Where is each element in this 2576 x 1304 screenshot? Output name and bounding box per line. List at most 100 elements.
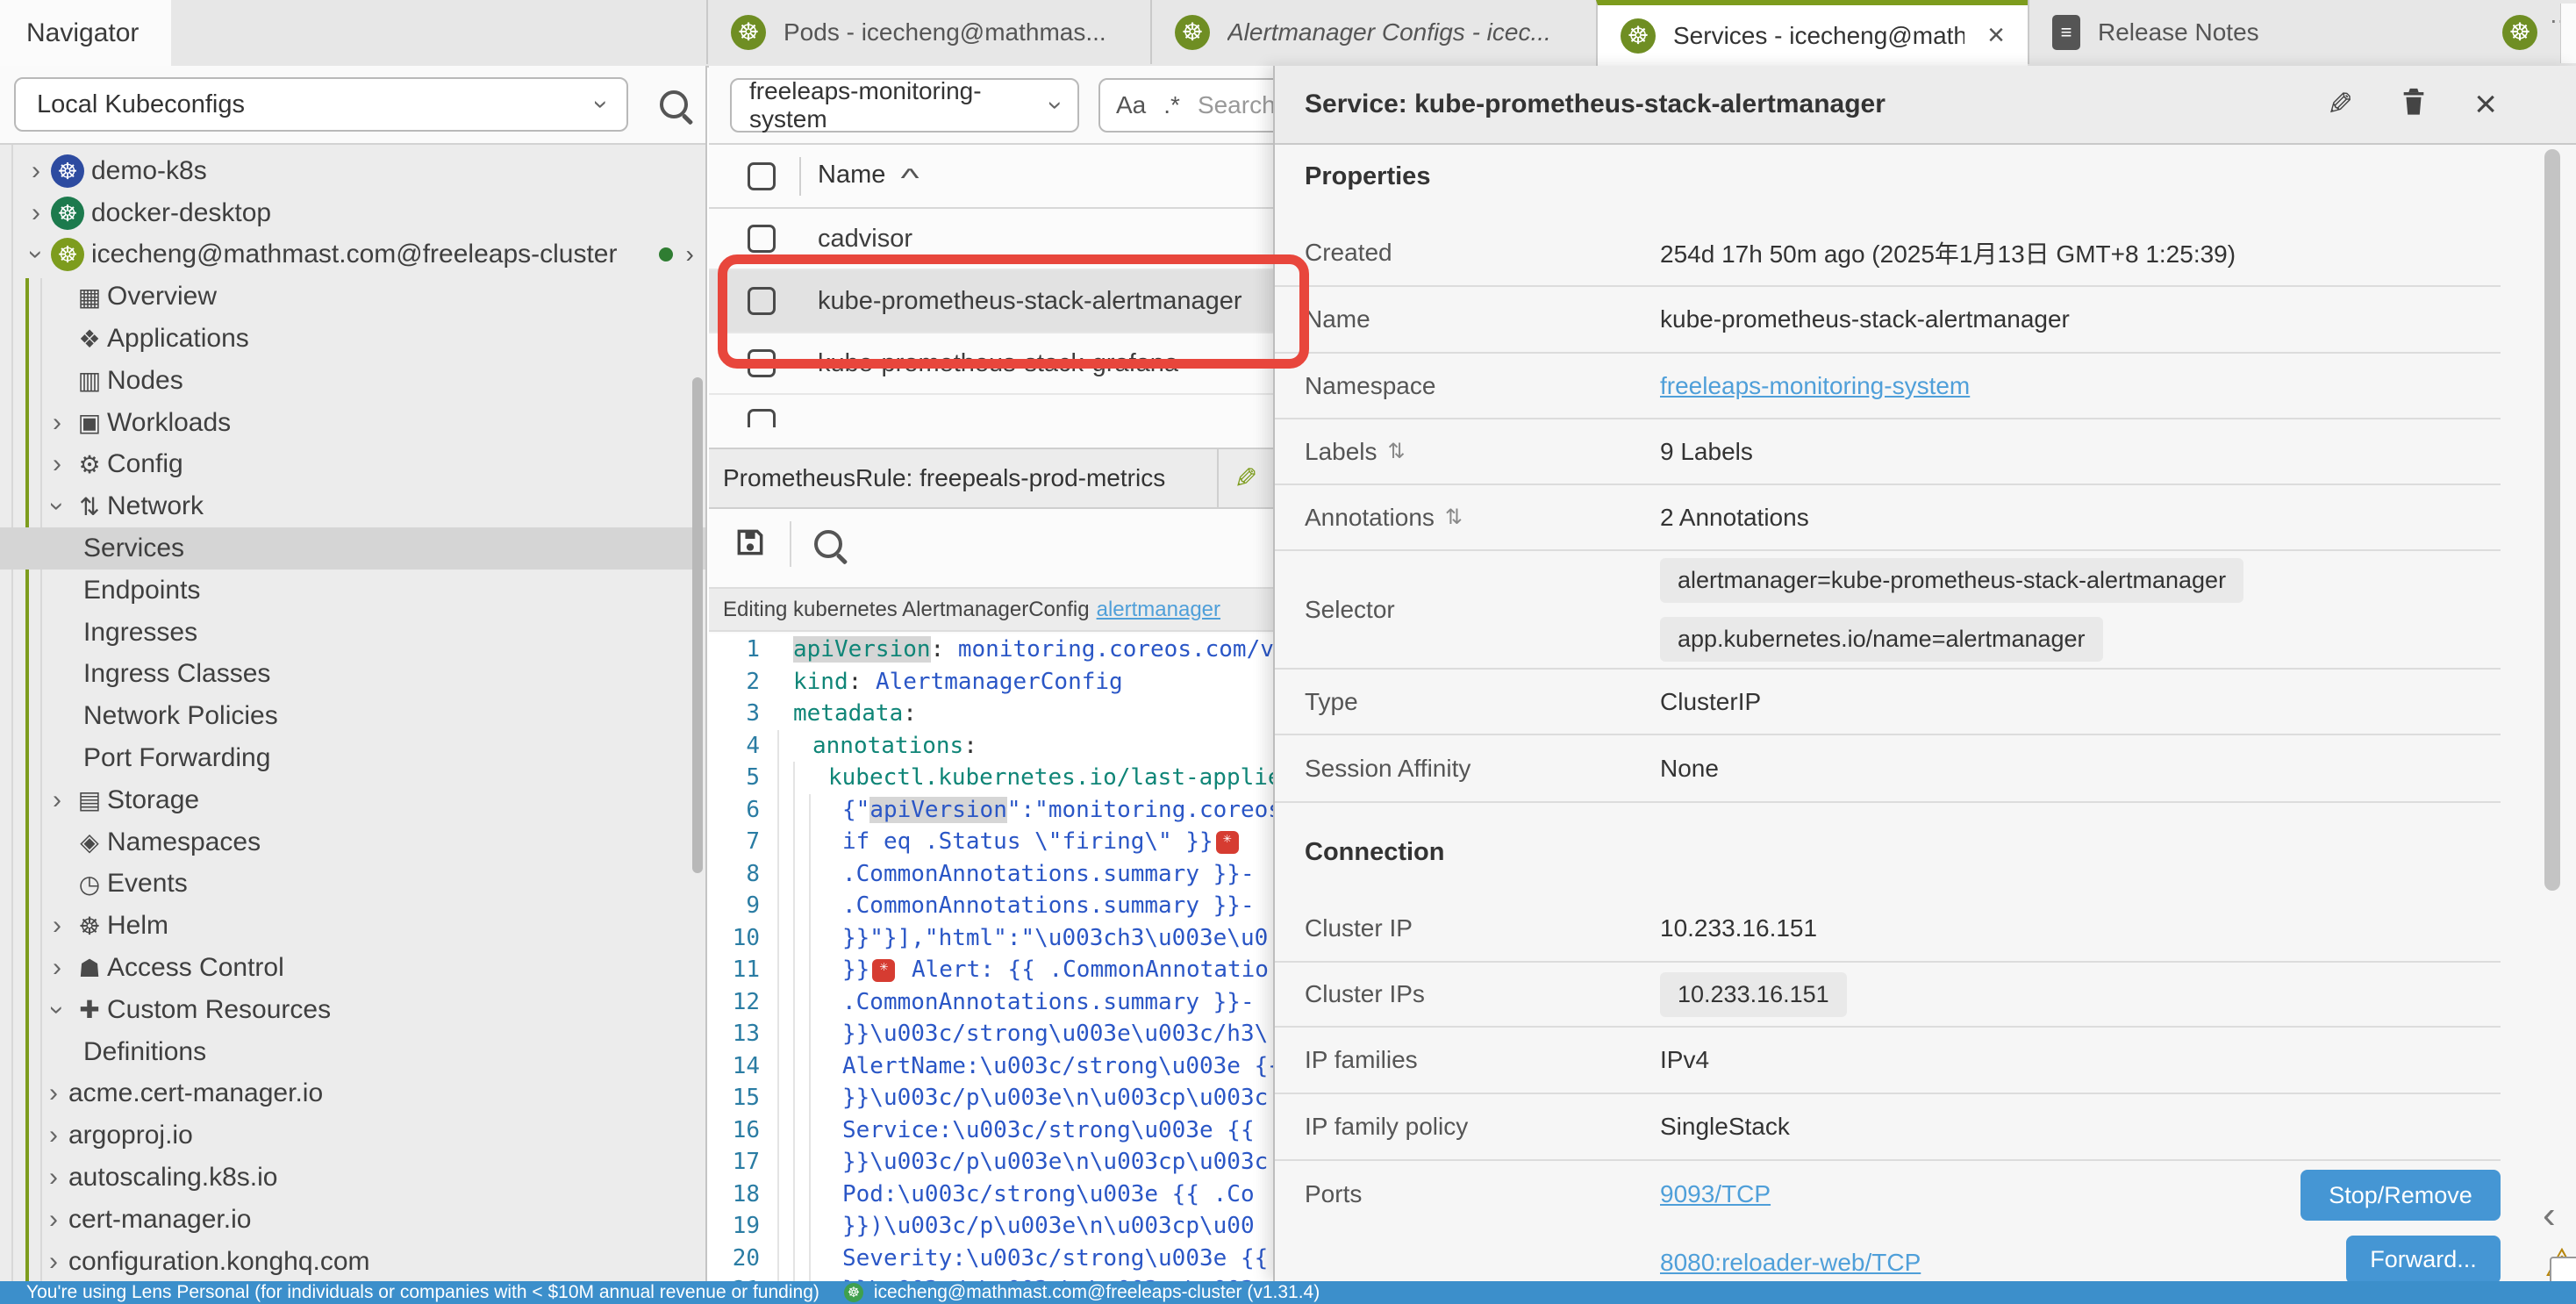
code-line-15[interactable]: 15}}\u003c/p\u003e\n\u003cp\u003c: [709, 1082, 1273, 1114]
namespace-select[interactable]: freeleaps-monitoring-system ›: [730, 78, 1079, 133]
sidebar-item-nodes[interactable]: ▥Nodes: [0, 360, 705, 402]
code-line-18[interactable]: 18Pod:\u003c/strong\u003e {{ .Co: [709, 1179, 1273, 1211]
code-line-8[interactable]: 8.CommonAnnotations.summary }}-: [709, 858, 1273, 891]
code-line-2[interactable]: 2kind: AlertmanagerConfig: [709, 666, 1273, 699]
tab-alertmanager-configs[interactable]: ☸ Alertmanager Configs - icec...: [1150, 0, 1596, 64]
code-line-10[interactable]: 10}}"}],"html":"\u003ch3\u003e\u0: [709, 922, 1273, 955]
collapse-panel-icon[interactable]: ‹: [2543, 1193, 2556, 1237]
sidebar-item-cert-manager-io[interactable]: ›cert-manager.io: [0, 1199, 705, 1241]
chevron-right-icon[interactable]: ›: [42, 408, 72, 438]
sidebar-item-acme-cert-manager-io[interactable]: ›acme.cert-manager.io: [0, 1073, 705, 1115]
sort-updown-icon[interactable]: ⇅: [1445, 505, 1463, 530]
forward-button[interactable]: Forward...: [2346, 1236, 2501, 1281]
pencil-icon[interactable]: ✎: [1219, 462, 1273, 495]
code-line-14[interactable]: 14AlertName:\u003c/strong\u003e {{: [709, 1050, 1273, 1083]
tab-pods[interactable]: ☸ Pods - icecheng@mathmas...: [706, 0, 1150, 64]
sidebar-item-network-policies[interactable]: Network Policies: [0, 695, 705, 737]
trash-icon[interactable]: [2399, 83, 2429, 126]
sort-updown-icon[interactable]: ⇅: [1388, 439, 1406, 464]
sidebar-scrollbar[interactable]: [692, 377, 703, 873]
table-row-cadvisor[interactable]: cadvisor: [709, 209, 1273, 270]
sidebar-item-ingress-classes[interactable]: Ingress Classes: [0, 654, 705, 696]
sidebar-item-applications[interactable]: ❖Applications: [0, 318, 705, 360]
sidebar-item-helm[interactable]: ›☸Helm: [0, 905, 705, 947]
port-link-8080-reloader-web[interactable]: 8080:reloader-web/TCP: [1660, 1249, 1921, 1277]
chevron-down-icon[interactable]: ›: [42, 491, 72, 521]
sidebar-item-docker-desktop[interactable]: ›☸docker-desktop: [0, 192, 705, 234]
chevron-right-icon[interactable]: ›: [42, 911, 72, 941]
chevron-right-icon[interactable]: ›: [42, 953, 72, 983]
code-line-12[interactable]: 12.CommonAnnotations.summary }}-: [709, 986, 1273, 1019]
code-line-11[interactable]: 11}} Alert: {{ .CommonAnnotatio: [709, 954, 1273, 986]
table-row-partial[interactable]: [709, 395, 1273, 427]
search-box[interactable]: Aa .* Search: [1098, 78, 1273, 133]
chevron-down-icon[interactable]: ›: [42, 995, 72, 1025]
search-input[interactable]: Search: [1198, 91, 1273, 119]
code-line-13[interactable]: 13}}\u003c/strong\u003e\u003c/h3\: [709, 1018, 1273, 1050]
sidebar-item-access-control[interactable]: ›☗Access Control: [0, 947, 705, 989]
sidebar-item-events[interactable]: ◷Events: [0, 863, 705, 906]
sidebar-item-services[interactable]: Services: [0, 527, 705, 570]
code-line-19[interactable]: 19}})\u003c/p\u003e\n\u003cp\u00: [709, 1210, 1273, 1243]
tab-close-icon[interactable]: ×: [1987, 18, 2005, 53]
sidebar-item-ingresses[interactable]: Ingresses: [0, 612, 705, 654]
editor-search-icon[interactable]: [814, 530, 842, 558]
code-line-9[interactable]: 9.CommonAnnotations.summary }}-: [709, 890, 1273, 922]
code-line-6[interactable]: 6{"apiVersion":"monitoring.coreos.com/v1…: [709, 794, 1273, 827]
tab-release-notes[interactable]: ≡ Release Notes: [2028, 0, 2317, 64]
chevron-right-icon[interactable]: ›: [21, 156, 51, 186]
chevron-right-icon[interactable]: ›: [685, 240, 693, 269]
yaml-editor[interactable]: 1apiVersion: monitoring.coreos.com/v12ki…: [709, 634, 1273, 1281]
sidebar-item-storage[interactable]: ›▤Storage: [0, 779, 705, 821]
code-line-1[interactable]: 1apiVersion: monitoring.coreos.com/v1: [709, 634, 1273, 666]
chevron-right-icon[interactable]: ›: [42, 785, 72, 815]
kubeconfig-select[interactable]: Local Kubeconfigs ›: [14, 77, 628, 132]
match-case-icon[interactable]: Aa: [1116, 91, 1146, 119]
sidebar-item-namespaces[interactable]: ◈Namespaces: [0, 821, 705, 863]
chevron-right-icon[interactable]: ›: [39, 1163, 68, 1193]
row-checkbox[interactable]: [748, 409, 776, 428]
chevron-right-icon[interactable]: ›: [42, 449, 72, 479]
sidebar-item-definitions[interactable]: Definitions: [0, 1031, 705, 1073]
chevron-right-icon[interactable]: ›: [21, 198, 51, 228]
sidebar-item-network[interactable]: ›⇅Network: [0, 485, 705, 527]
sidebar-item-port-forwarding[interactable]: Port Forwarding: [0, 737, 705, 779]
sidebar-item-overview[interactable]: ▦Overview: [0, 276, 705, 318]
table-row-kube-prometheus-stack-grafana[interactable]: kube-prometheus-stack-grafana: [709, 333, 1273, 395]
code-line-5[interactable]: 5kubectl.kubernetes.io/last-applied-conf…: [709, 762, 1273, 794]
row-checkbox[interactable]: [748, 349, 776, 377]
sidebar-item-argoproj-io[interactable]: ›argoproj.io: [0, 1114, 705, 1157]
sidebar-item-workloads[interactable]: ›▣Workloads: [0, 402, 705, 444]
drawer-scrollbar[interactable]: [2544, 149, 2560, 891]
row-checkbox[interactable]: [748, 225, 776, 253]
code-line-3[interactable]: 3metadata:: [709, 698, 1273, 730]
namespace-link[interactable]: freeleaps-monitoring-system: [1660, 372, 1970, 400]
chevron-right-icon[interactable]: ›: [39, 1121, 68, 1150]
sidebar-item-configuration-konghq-com[interactable]: ›configuration.konghq.com: [0, 1241, 705, 1281]
chevron-right-icon[interactable]: ›: [39, 1078, 68, 1108]
close-icon[interactable]: ×: [2474, 82, 2497, 126]
code-line-16[interactable]: 16Service:\u003c/strong\u003e {{: [709, 1114, 1273, 1147]
code-line-4[interactable]: 4annotations:: [709, 730, 1273, 763]
sidebar-item-custom-resources[interactable]: ›✚Custom Resources: [0, 989, 705, 1031]
editor-tab-title[interactable]: PrometheusRule: freepeals-prod-metrics: [709, 464, 1217, 492]
row-checkbox[interactable]: [748, 287, 776, 315]
save-icon[interactable]: [733, 526, 767, 563]
column-header-name[interactable]: Name: [818, 161, 885, 190]
sort-ascending-icon[interactable]: ^: [900, 164, 919, 194]
sidebar-item-demo-k8s[interactable]: ›☸demo-k8s: [0, 150, 705, 192]
editing-resource-link[interactable]: alertmanager: [1097, 598, 1220, 622]
kubernetes-icon[interactable]: ☸: [2502, 15, 2537, 50]
chevron-right-icon[interactable]: ›: [39, 1247, 68, 1277]
sidebar-item-config[interactable]: ›⚙Config: [0, 444, 705, 486]
table-row-kube-prometheus-stack-alertmanager[interactable]: kube-prometheus-stack-alertmanager: [709, 270, 1273, 333]
select-all-checkbox[interactable]: [748, 162, 776, 190]
regex-icon[interactable]: .*: [1163, 91, 1180, 119]
sidebar-item-endpoints[interactable]: Endpoints: [0, 570, 705, 612]
code-line-17[interactable]: 17}}\u003c/p\u003e\n\u003cp\u003c: [709, 1146, 1273, 1179]
search-icon[interactable]: [660, 90, 688, 118]
chevron-right-icon[interactable]: ›: [39, 1205, 68, 1235]
pencil-icon[interactable]: ✎: [2327, 86, 2353, 123]
code-line-7[interactable]: 7if eq .Status \"firing\" }}: [709, 826, 1273, 858]
code-line-21[interactable]: 21}}\u003c/p\u003e\n\u003cp\u003c: [709, 1274, 1273, 1281]
